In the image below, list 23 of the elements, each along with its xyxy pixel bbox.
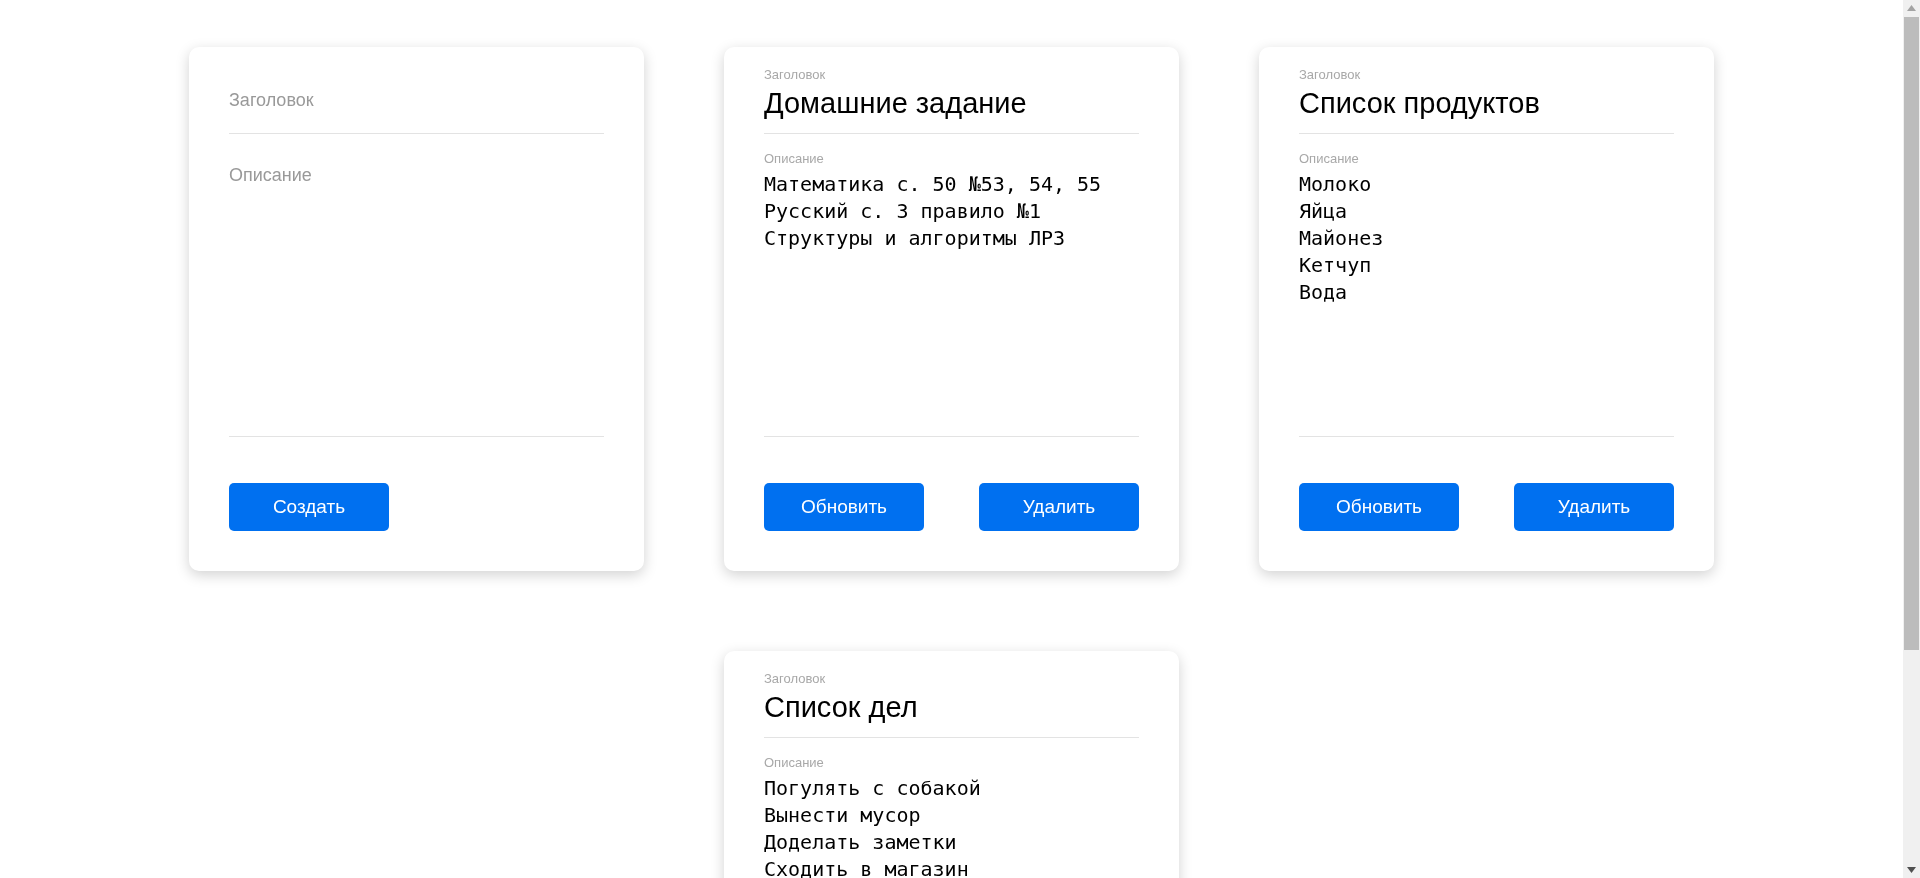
title-field[interactable]: Список дел [764,687,1139,727]
delete-button[interactable]: Удалить [979,483,1139,531]
field-label: Описание [764,755,824,771]
field-label: Заголовок [1299,67,1361,83]
description-field[interactable]: Математика с. 50 №53, 54, 55 Русский с. 3 правило №1 Структуры и алгоритмы ЛР3 [764,167,1139,436]
description-field[interactable]: Молоко Яйца Майонез Кетчуп Вода [1299,167,1674,436]
scroll-up-icon[interactable] [1907,5,1916,11]
update-button[interactable]: Обновить [764,483,924,531]
delete-button[interactable]: Удалить [1514,483,1674,531]
scroll-down-icon[interactable] [1907,867,1916,873]
update-button[interactable]: Обновить [1299,483,1459,531]
field-label: Заголовок [764,67,826,83]
scrollbar[interactable] [1903,0,1920,878]
scroll-thumb[interactable] [1904,17,1919,650]
title-field[interactable]: Заголовок [229,67,604,133]
description-field[interactable]: Погулять с собакой Вынести мусор Доделать заметки Сходить в магазин [764,771,1139,878]
create-button[interactable]: Создать [229,483,389,531]
title-field[interactable]: Список продуктов [1299,83,1674,123]
description-field[interactable]: Описание [229,151,604,436]
title-field[interactable]: Домашние задание [764,83,1139,123]
field-label: Описание [1299,151,1359,167]
field-label: Заголовок [764,671,826,687]
field-label: Описание [764,151,824,167]
